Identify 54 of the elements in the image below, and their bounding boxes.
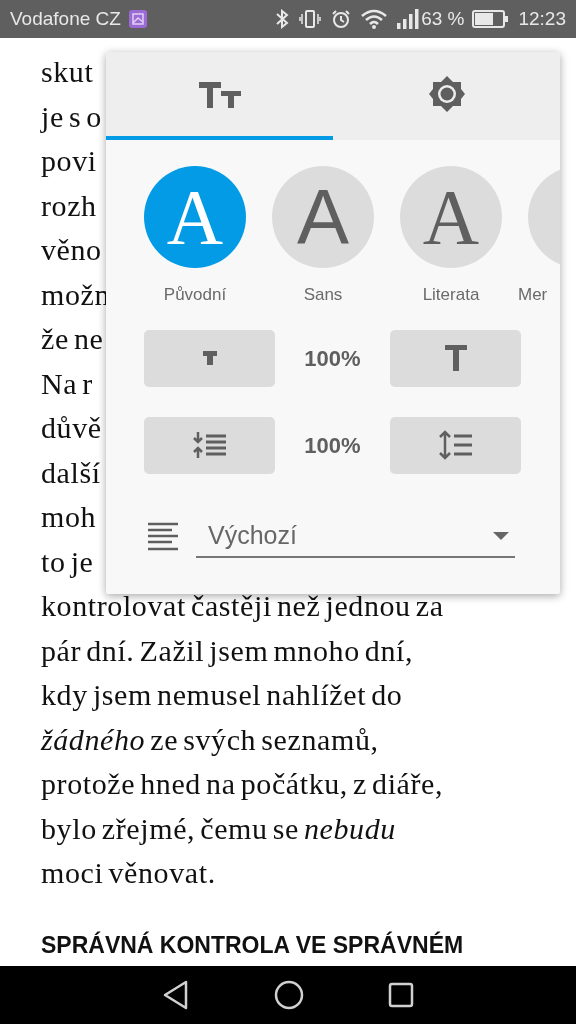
signal-icon: [397, 9, 420, 29]
smaller-text-icon: [201, 350, 218, 366]
decrease-spacing-icon: [192, 432, 227, 458]
font-label: Sans: [303, 284, 343, 306]
text-line: povi: [41, 143, 97, 179]
font-option[interactable]: A: [144, 166, 246, 268]
text-line: rozh: [41, 187, 97, 224]
text-line: protože hned na počátku, z diáře,: [41, 766, 444, 802]
font-label: Původní: [163, 284, 227, 306]
font-option[interactable]: A: [272, 166, 374, 268]
increase-button[interactable]: [390, 329, 521, 387]
home-icon[interactable]: [274, 980, 304, 1010]
text-line: skut: [41, 54, 94, 90]
text-line: to je: [41, 543, 94, 580]
brightness-icon: [427, 75, 466, 113]
clock: 12:23: [518, 6, 566, 31]
text-line: věno: [41, 232, 102, 268]
gallery-notification-icon: [128, 10, 147, 28]
text-line: další: [41, 454, 101, 491]
text-line: Na r: [41, 365, 93, 402]
recents-icon[interactable]: [388, 982, 414, 1008]
text-line: pár dní. Zažil jsem mnoho dní,: [41, 632, 414, 669]
alignment-dropdown[interactable]: Výchozí: [196, 515, 515, 558]
text-line: možn: [41, 276, 111, 313]
text-line: že ne: [41, 321, 104, 357]
wifi-icon: [361, 9, 388, 29]
caret-icon: [493, 531, 509, 540]
text-line: moci věnovat.: [41, 855, 216, 891]
text-line: moh: [41, 499, 97, 535]
battery-icon: [472, 10, 509, 28]
text-size-icon: [196, 79, 243, 109]
text-line: kdy jsem nemusel nahlížet do: [41, 677, 403, 713]
carrier-name: Vodafone CZ: [10, 6, 121, 31]
text-line: kontrolovat častěji než jednou za: [41, 588, 444, 624]
text-line: bylo zřejmé, čemu se nebudu: [41, 810, 396, 847]
text-line: žádného ze svých seznamů,: [41, 721, 379, 758]
increase-button[interactable]: [390, 416, 521, 474]
text-line: důvě: [41, 410, 102, 446]
larger-text-icon: [444, 345, 467, 371]
increase-spacing-icon: [438, 430, 473, 460]
section-heading: SPRÁVNÁ KONTROLA VE SPRÁVNÉM: [41, 930, 464, 960]
font-option[interactable]: A: [400, 166, 502, 268]
text-line: je s o: [41, 98, 102, 135]
font-label: Literata: [422, 284, 480, 306]
percent-value: 100%: [303, 344, 362, 373]
vibrate-icon: [299, 9, 322, 29]
font-label: Mer: [518, 284, 548, 306]
percent-value: 100%: [303, 431, 362, 460]
battery-percent: 63 %: [421, 6, 465, 31]
decrease-button[interactable]: [144, 416, 275, 474]
alarm-icon: [331, 9, 352, 29]
back-icon[interactable]: [162, 980, 190, 1010]
align-left-icon: [148, 521, 178, 552]
bluetooth-icon: [275, 9, 290, 29]
